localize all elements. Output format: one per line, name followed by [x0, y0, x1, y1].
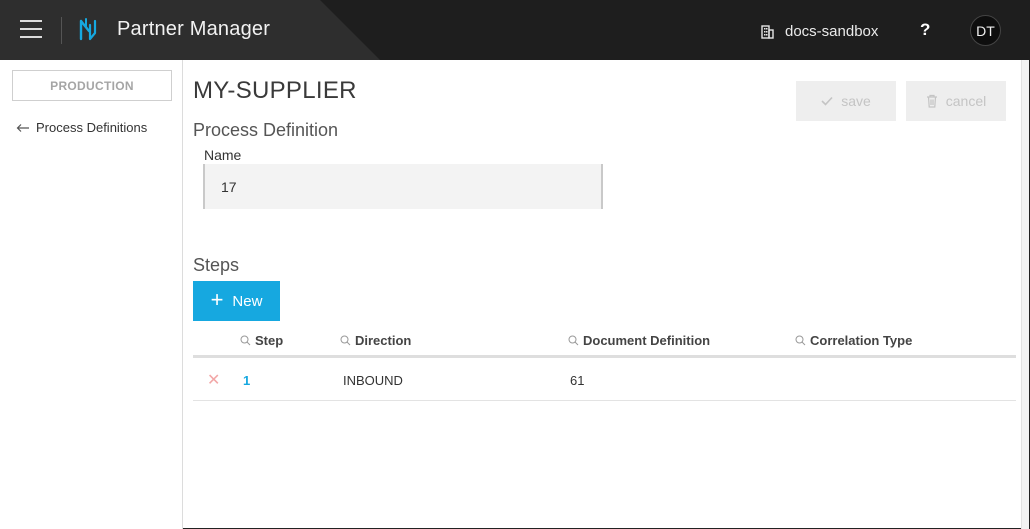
table-header: Step Direction Document Definition Corre…: [193, 328, 1016, 358]
delete-row-icon[interactable]: ✕: [207, 370, 220, 390]
new-step-button[interactable]: + New: [193, 281, 280, 321]
cancel-label: cancel: [945, 93, 987, 109]
top-header: Partner Manager docs-sandbox ? DT: [0, 0, 1030, 60]
arrow-left-icon: [16, 123, 29, 132]
name-field-label: Name: [204, 147, 242, 163]
plus-icon: +: [210, 287, 224, 312]
search-icon: [795, 335, 806, 346]
page-title: MY-SUPPLIER: [193, 77, 357, 104]
steps-table: Step Direction Document Definition Corre…: [193, 328, 1016, 401]
name-input[interactable]: [203, 164, 603, 209]
column-header-document-definition[interactable]: Document Definition: [568, 333, 710, 348]
new-step-label: New: [232, 292, 263, 310]
section-title-process-definition: Process Definition: [193, 120, 339, 140]
app-title: Partner Manager: [117, 18, 271, 40]
save-button[interactable]: save: [796, 81, 896, 121]
cancel-button[interactable]: cancel: [906, 81, 1006, 121]
column-header-direction[interactable]: Direction: [340, 333, 411, 348]
search-icon: [340, 335, 351, 346]
help-button[interactable]: ?: [920, 20, 930, 40]
search-icon: [568, 335, 579, 346]
hamburger-icon[interactable]: [20, 20, 42, 40]
partner-manager-logo-icon: [78, 17, 100, 43]
column-label: Document Definition: [583, 333, 711, 348]
column-label: Correlation Type: [810, 333, 913, 348]
user-avatar[interactable]: DT: [970, 15, 1001, 46]
save-label: save: [841, 93, 871, 109]
check-icon: [821, 96, 833, 106]
search-icon: [240, 335, 251, 346]
section-title-steps: Steps: [193, 255, 240, 275]
back-link-label: Process Definitions: [36, 120, 148, 135]
environment-badge: PRODUCTION: [12, 70, 172, 101]
column-header-correlation-type[interactable]: Correlation Type: [795, 333, 912, 348]
vertical-scrollbar[interactable]: [1021, 60, 1029, 529]
direction-cell: INBOUND: [343, 373, 403, 388]
document-definition-cell: 61: [570, 373, 585, 388]
header-divider: [61, 17, 62, 44]
building-icon: [761, 24, 774, 39]
step-link[interactable]: 1: [243, 373, 250, 388]
column-header-step[interactable]: Step: [240, 333, 283, 348]
back-to-process-definitions-link[interactable]: Process Definitions: [16, 120, 147, 135]
sidebar: PRODUCTION Process Definitions: [0, 60, 183, 529]
trash-icon: [926, 94, 937, 108]
tenant-switcher[interactable]: docs-sandbox: [760, 21, 878, 41]
column-label: Step: [255, 333, 284, 348]
tenant-name: docs-sandbox: [785, 22, 879, 40]
column-label: Direction: [355, 333, 412, 348]
table-row: ✕ 1 INBOUND 61: [193, 358, 1016, 401]
